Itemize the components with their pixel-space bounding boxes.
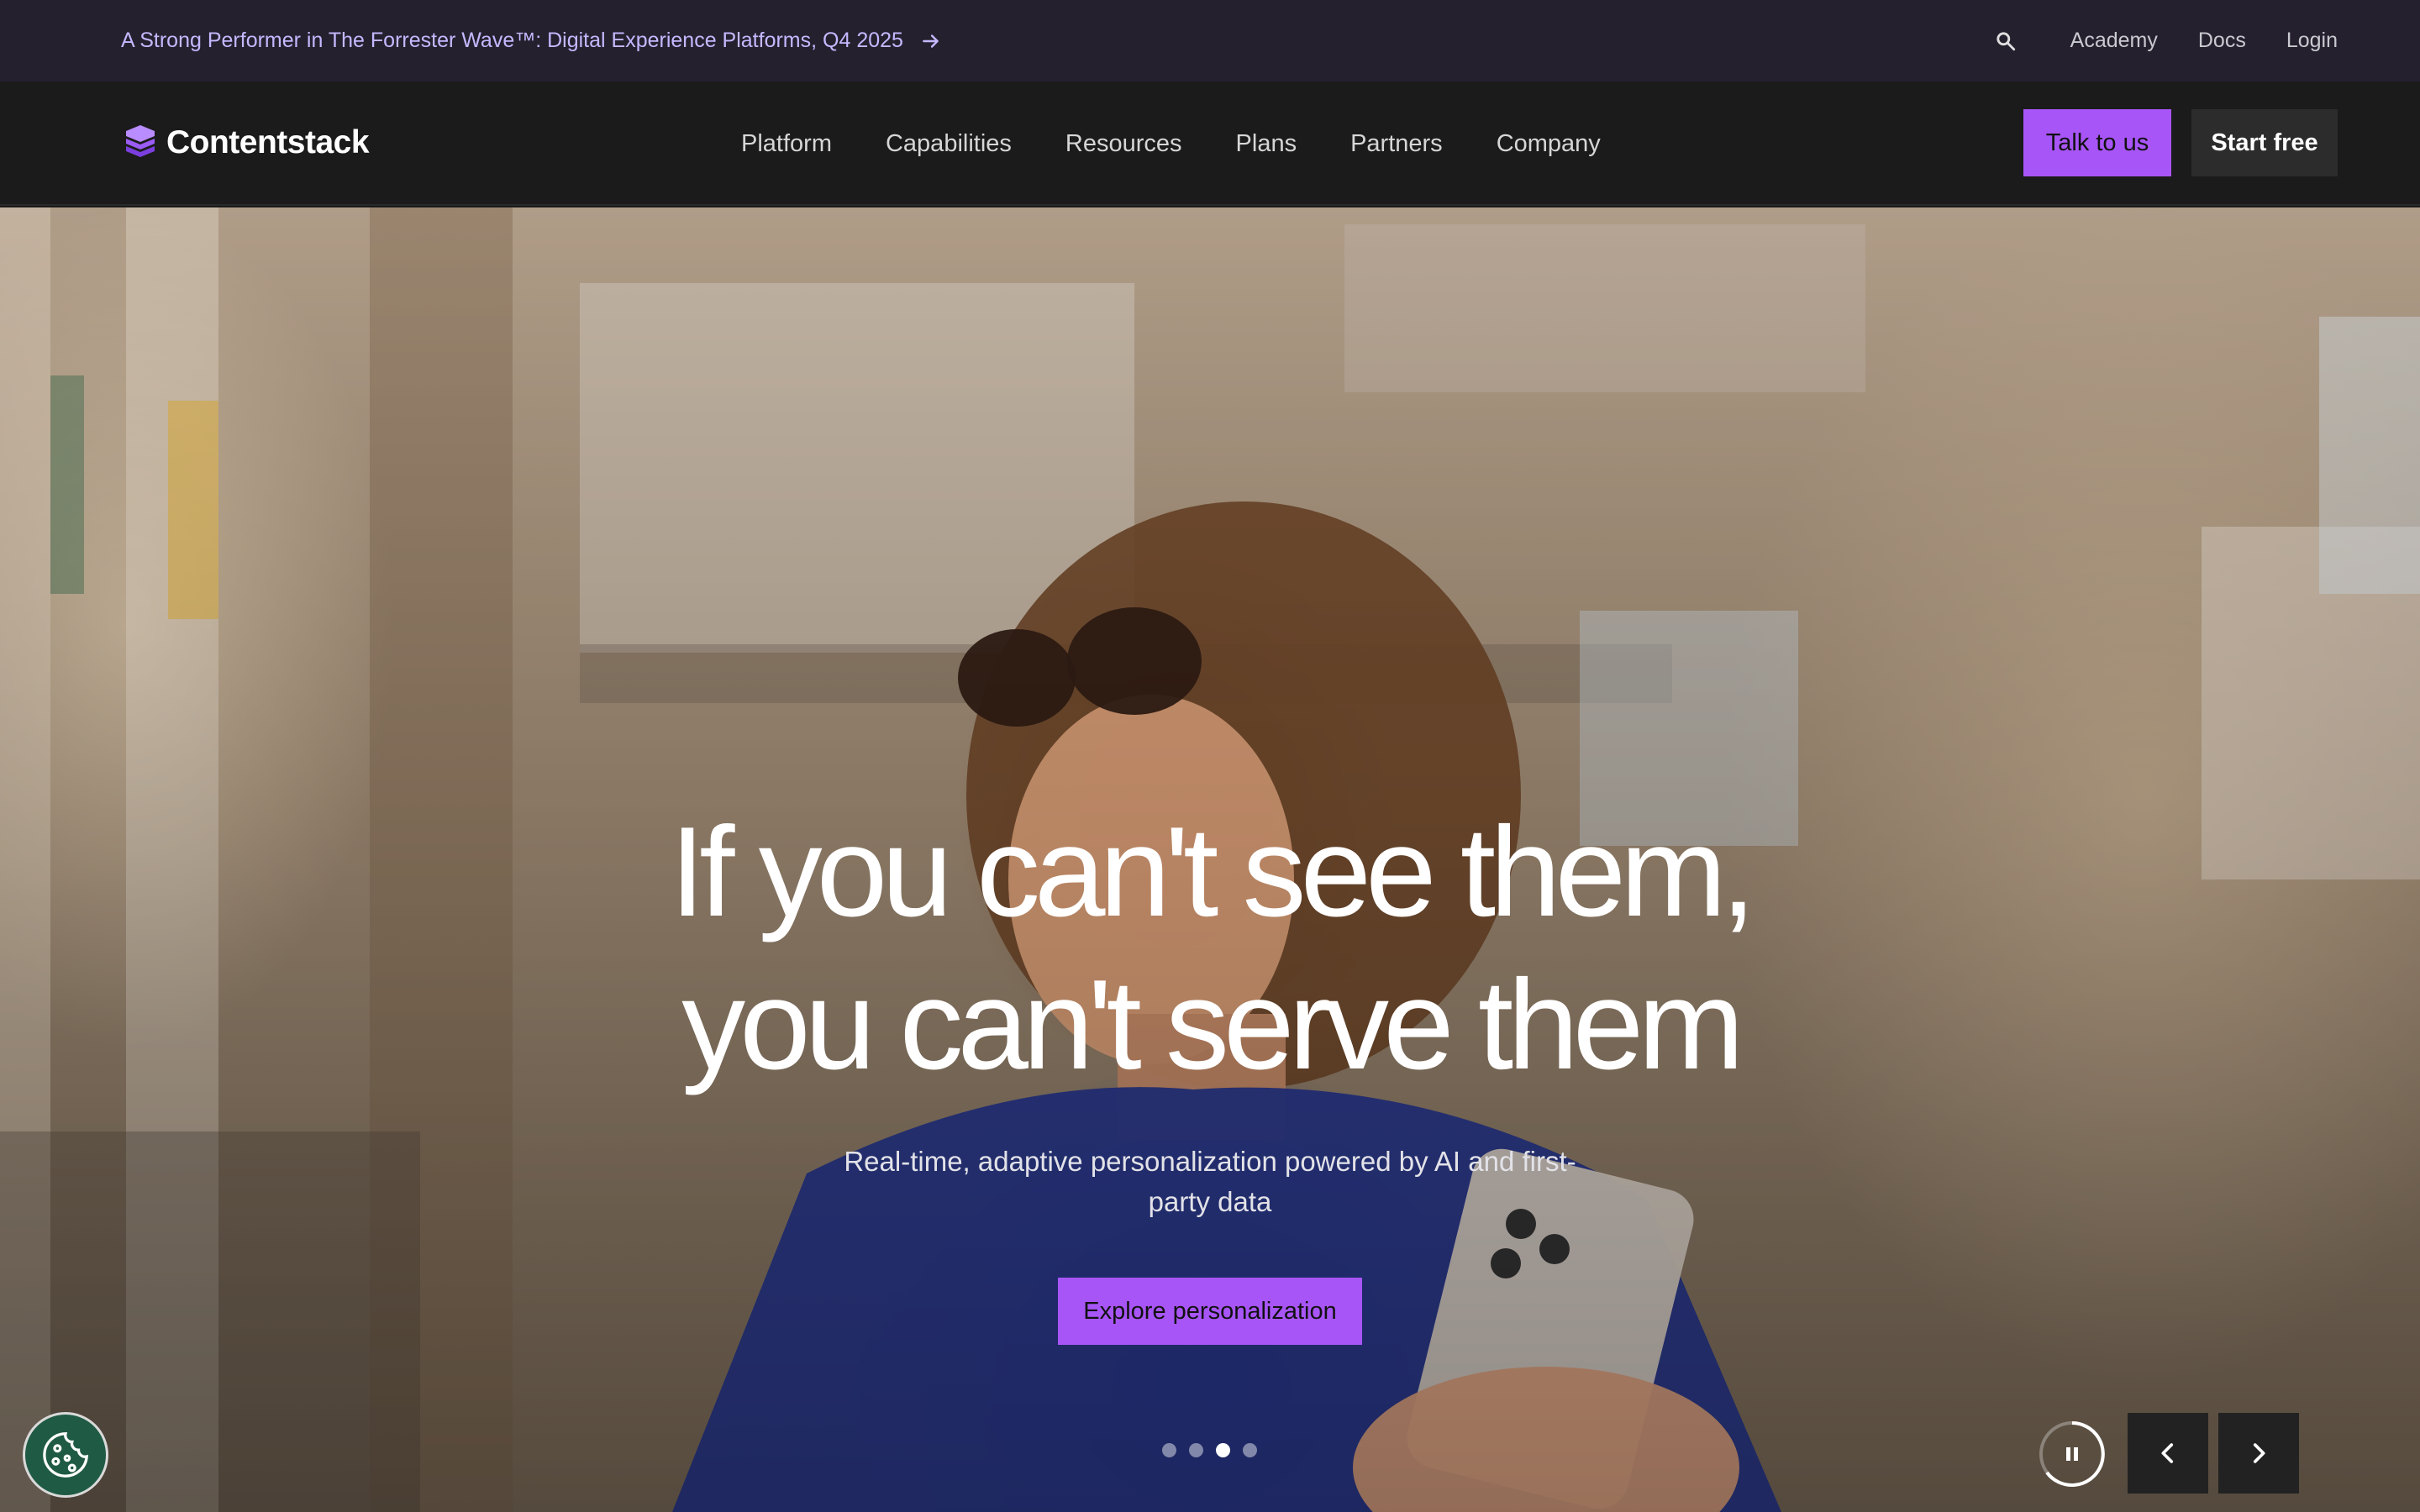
hero-title-line-1: If you can't see them, [670,801,1756,943]
logo[interactable]: Contentstack [126,124,370,161]
cookie-settings-button[interactable] [23,1412,108,1498]
nav-item-partners[interactable]: Partners [1350,130,1443,158]
hero-section: If you can't see them, you can't serve t… [0,207,2420,1512]
nav-item-platform[interactable]: Platform [741,130,832,158]
brand-name: Contentstack [166,124,370,160]
announcement-text: A Strong Performer in The Forrester Wave… [121,29,903,52]
slide-dot[interactable] [1162,1443,1176,1457]
slide-dot[interactable] [1243,1443,1257,1457]
chevron-right-icon [2253,1443,2265,1463]
hero-content: If you can't see them, you can't serve t… [538,795,1882,1345]
primary-nav: Platform Capabilities Resources Plans Pa… [741,81,1601,206]
arrow-right-icon [923,34,939,48]
main-nav: Contentstack Platform Capabilities Resou… [0,81,2420,206]
utility-link-academy[interactable]: Academy [2070,29,2158,53]
nav-item-company[interactable]: Company [1497,130,1601,158]
utility-link-login[interactable]: Login [2286,29,2338,53]
slide-indicators [1162,1443,1257,1457]
announcement-bar: A Strong Performer in The Forrester Wave… [0,0,2420,81]
nav-item-resources[interactable]: Resources [1065,130,1182,158]
utility-link-docs[interactable]: Docs [2198,29,2246,53]
slide-dot[interactable] [1189,1443,1203,1457]
start-free-button[interactable]: Start free [2191,109,2338,176]
chevron-left-icon [2161,1443,2174,1463]
hero-title-line-2: you can't serve them [681,953,1744,1096]
talk-to-us-button[interactable]: Talk to us [2023,109,2171,176]
utility-nav: Academy Docs Login [1995,29,2338,53]
nav-actions: Talk to us Start free [2023,109,2338,176]
explore-personalization-button[interactable]: Explore personalization [1058,1278,1362,1345]
announcement-link[interactable]: A Strong Performer in The Forrester Wave… [121,29,942,53]
hero-subtitle: Real-time, adaptive personalization powe… [844,1146,1576,1217]
slide-dot-active[interactable] [1216,1443,1230,1457]
previous-slide-button[interactable] [2128,1413,2208,1494]
hero-title: If you can't see them, you can't serve t… [538,795,1882,1101]
nav-item-capabilities[interactable]: Capabilities [886,130,1012,158]
next-slide-button[interactable] [2218,1413,2299,1494]
search-icon[interactable] [1995,30,2017,52]
pause-icon[interactable] [2037,1419,2107,1489]
nav-item-plans[interactable]: Plans [1236,130,1297,158]
cookie-icon [43,1432,89,1478]
contentstack-logo-icon [126,125,155,157]
